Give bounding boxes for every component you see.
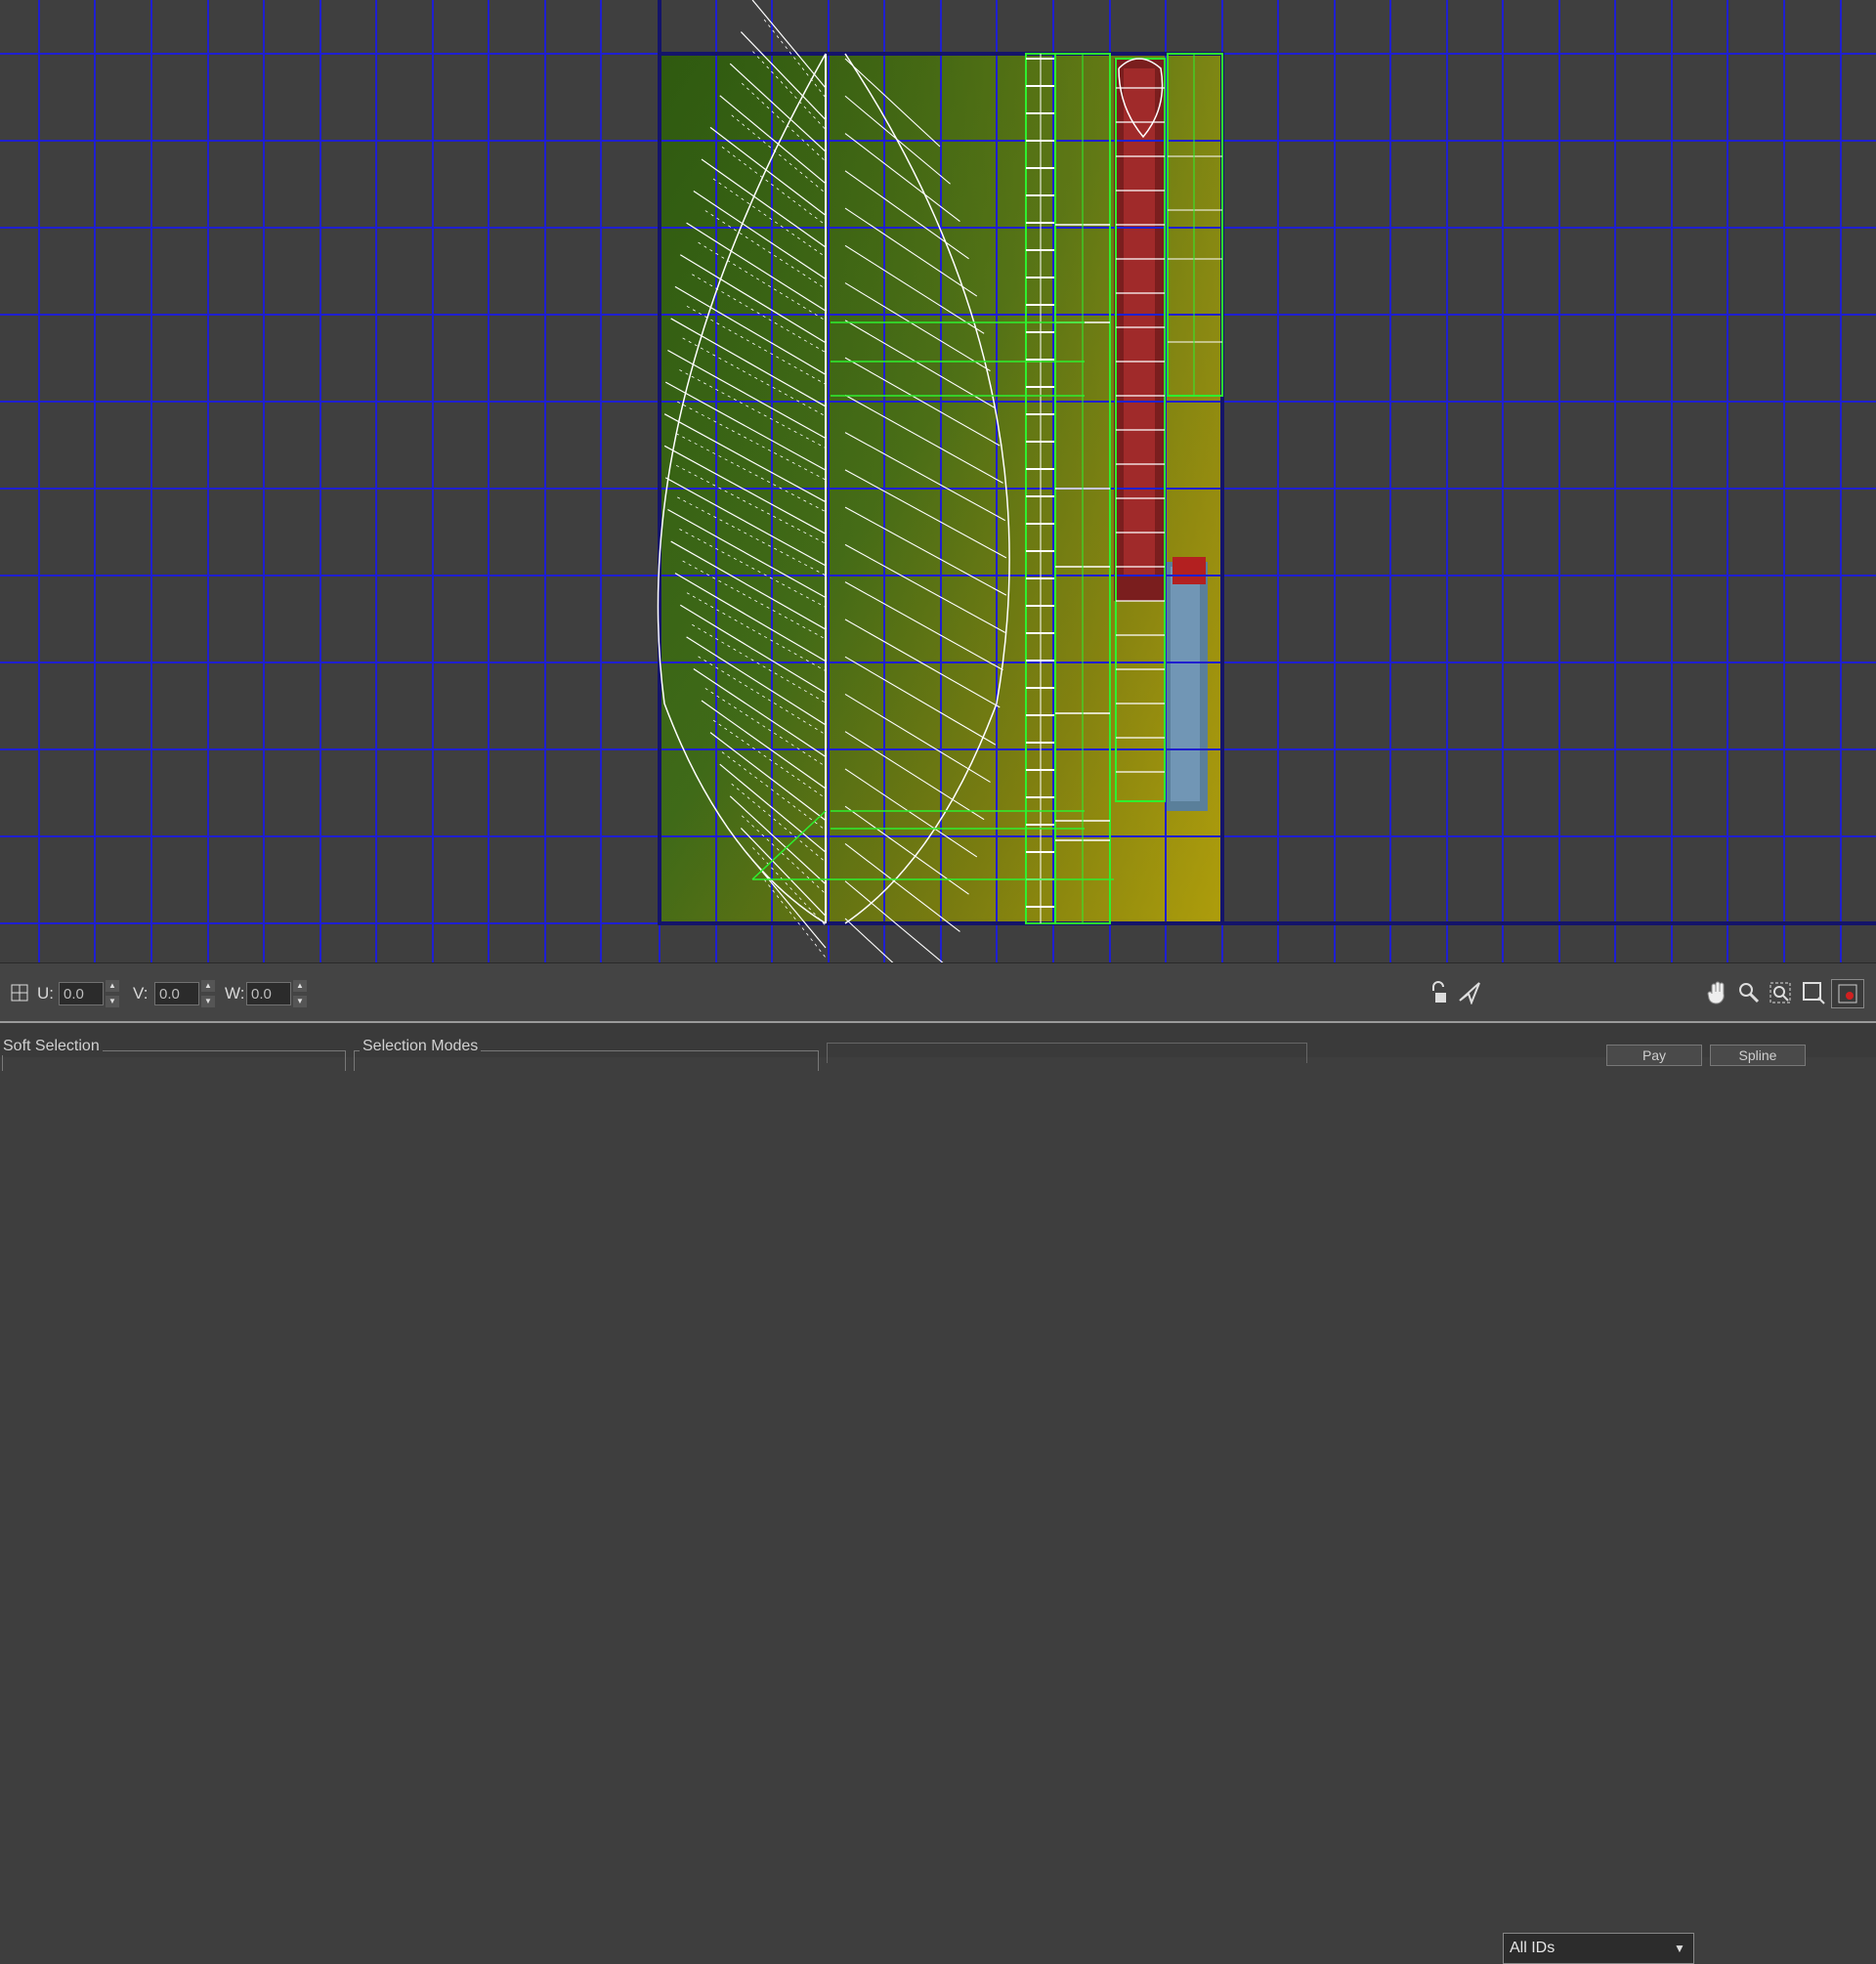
zoom-extents-icon[interactable] — [1800, 979, 1827, 1006]
w-label: W: — [225, 984, 245, 1003]
u-spinner[interactable]: ▲ ▼ — [106, 980, 119, 1007]
material-id-value: All IDs — [1510, 1940, 1556, 1956]
transform-type-in-icon[interactable] — [6, 979, 33, 1006]
pan-hand-icon[interactable] — [1704, 979, 1731, 1006]
v-field[interactable]: 0.0 — [154, 982, 199, 1005]
zoom-region-icon[interactable] — [1767, 979, 1794, 1006]
u-coordinate: U: 0.0 ▲ ▼ — [37, 979, 119, 1008]
pay-button[interactable]: Pay — [1606, 1045, 1702, 1066]
uv-canvas[interactable] — [0, 0, 1876, 962]
options-group — [827, 1043, 1307, 1063]
lock-icon[interactable] — [1425, 979, 1452, 1006]
v-spinner[interactable]: ▲ ▼ — [201, 980, 215, 1007]
zoom-icon[interactable] — [1735, 979, 1763, 1006]
w-field[interactable]: 0.0 — [246, 982, 291, 1005]
w-coordinate: W: 0.0 ▲ ▼ — [225, 979, 307, 1008]
w-spinner[interactable]: ▲ ▼ — [293, 980, 307, 1007]
u-field[interactable]: 0.0 — [59, 982, 104, 1005]
v-coordinate: V: 0.0 ▲ ▼ — [133, 979, 215, 1008]
soft-selection-title[interactable]: Soft Selection — [0, 1038, 103, 1055]
bottom-rollout-panel: Soft Selection Selection Modes Pay Splin… — [0, 1021, 1876, 1071]
chevron-down-icon[interactable]: ▼ — [1670, 1934, 1689, 1963]
v-label: V: — [133, 984, 149, 1003]
texture-toggle-icon[interactable] — [1831, 979, 1864, 1008]
spline-button[interactable]: Spline — [1710, 1045, 1806, 1066]
uv-toolbar: U: 0.0 ▲ ▼ V: 0.0 ▲ ▼ W: 0.0 ▲ ▼ All IDs ▼ — [0, 962, 1876, 1964]
uv-editor-viewport[interactable] — [0, 0, 1876, 962]
u-label: U: — [37, 984, 54, 1003]
material-id-dropdown[interactable]: All IDs ▼ — [1503, 1933, 1694, 1964]
selection-modes-title[interactable]: Selection Modes — [360, 1038, 482, 1055]
pin-icon[interactable] — [1456, 979, 1483, 1006]
